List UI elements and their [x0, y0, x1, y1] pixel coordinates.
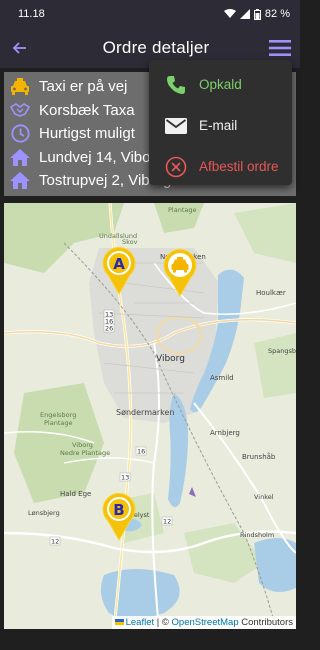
- info-status-text: Taxi er på vej: [39, 78, 128, 96]
- signal-icon: [239, 9, 250, 19]
- arrow-back-icon: [13, 42, 26, 54]
- phone-icon: [163, 72, 189, 98]
- menu-label-email: E-mail: [199, 118, 238, 133]
- info-company-text: Korsbæk Taxa: [39, 101, 135, 119]
- status-time: 11.18: [18, 8, 45, 20]
- menu-label-call: Opkald: [199, 77, 242, 92]
- osm-link[interactable]: OpenStreetMap: [172, 617, 239, 628]
- leaflet-link[interactable]: Leaflet: [126, 617, 155, 628]
- battery-icon: [253, 8, 261, 20]
- back-button[interactable]: [0, 28, 40, 68]
- menu-label-cancel-order: Afbestil ordre: [199, 159, 279, 174]
- pin-a-icon[interactable]: A: [100, 245, 138, 295]
- cancel-icon: [163, 154, 189, 180]
- handshake-icon: [9, 99, 31, 121]
- menu-item-email[interactable]: E-mail: [149, 105, 292, 146]
- battery-percent: 82 %: [264, 8, 290, 20]
- home-icon: [9, 170, 31, 192]
- info-pickup-text: Lundvej 14, Viborg: [39, 148, 164, 166]
- clock-icon: [9, 123, 31, 145]
- attribution-separator: | ©: [154, 617, 172, 628]
- page-title: Ordre detaljer: [102, 38, 210, 57]
- wifi-icon: [223, 9, 236, 18]
- home-icon: [9, 146, 31, 168]
- leaflet-icon: [114, 619, 124, 626]
- menu-item-cancel-order[interactable]: Afbestil ordre: [149, 146, 292, 187]
- mail-icon: [163, 113, 189, 139]
- status-icons: 82 %: [223, 8, 290, 20]
- info-time-text: Hurtigst muligt: [39, 125, 135, 143]
- bottom-spacer: [0, 629, 300, 650]
- attribution-contributors: Contributors: [238, 617, 293, 628]
- pin-taxi-icon[interactable]: [161, 247, 199, 297]
- pin-b-icon[interactable]: B: [100, 491, 138, 541]
- menu-item-call[interactable]: Opkald: [149, 64, 292, 105]
- status-bar: 11.18 82 %: [0, 0, 300, 28]
- pin-b-label: B: [113, 501, 124, 519]
- hamburger-menu-icon: [269, 40, 291, 56]
- map-tiles: [4, 203, 296, 629]
- map-view[interactable]: Undallslund Skov Nørremarken Houlkær Vib…: [4, 203, 296, 629]
- taxi-icon: [9, 76, 31, 98]
- map-attribution: Leaflet | © OpenStreetMap Contributors: [111, 616, 296, 629]
- pin-a-label: A: [113, 255, 125, 273]
- overflow-menu: Opkald E-mail Afbestil ordre: [149, 60, 292, 185]
